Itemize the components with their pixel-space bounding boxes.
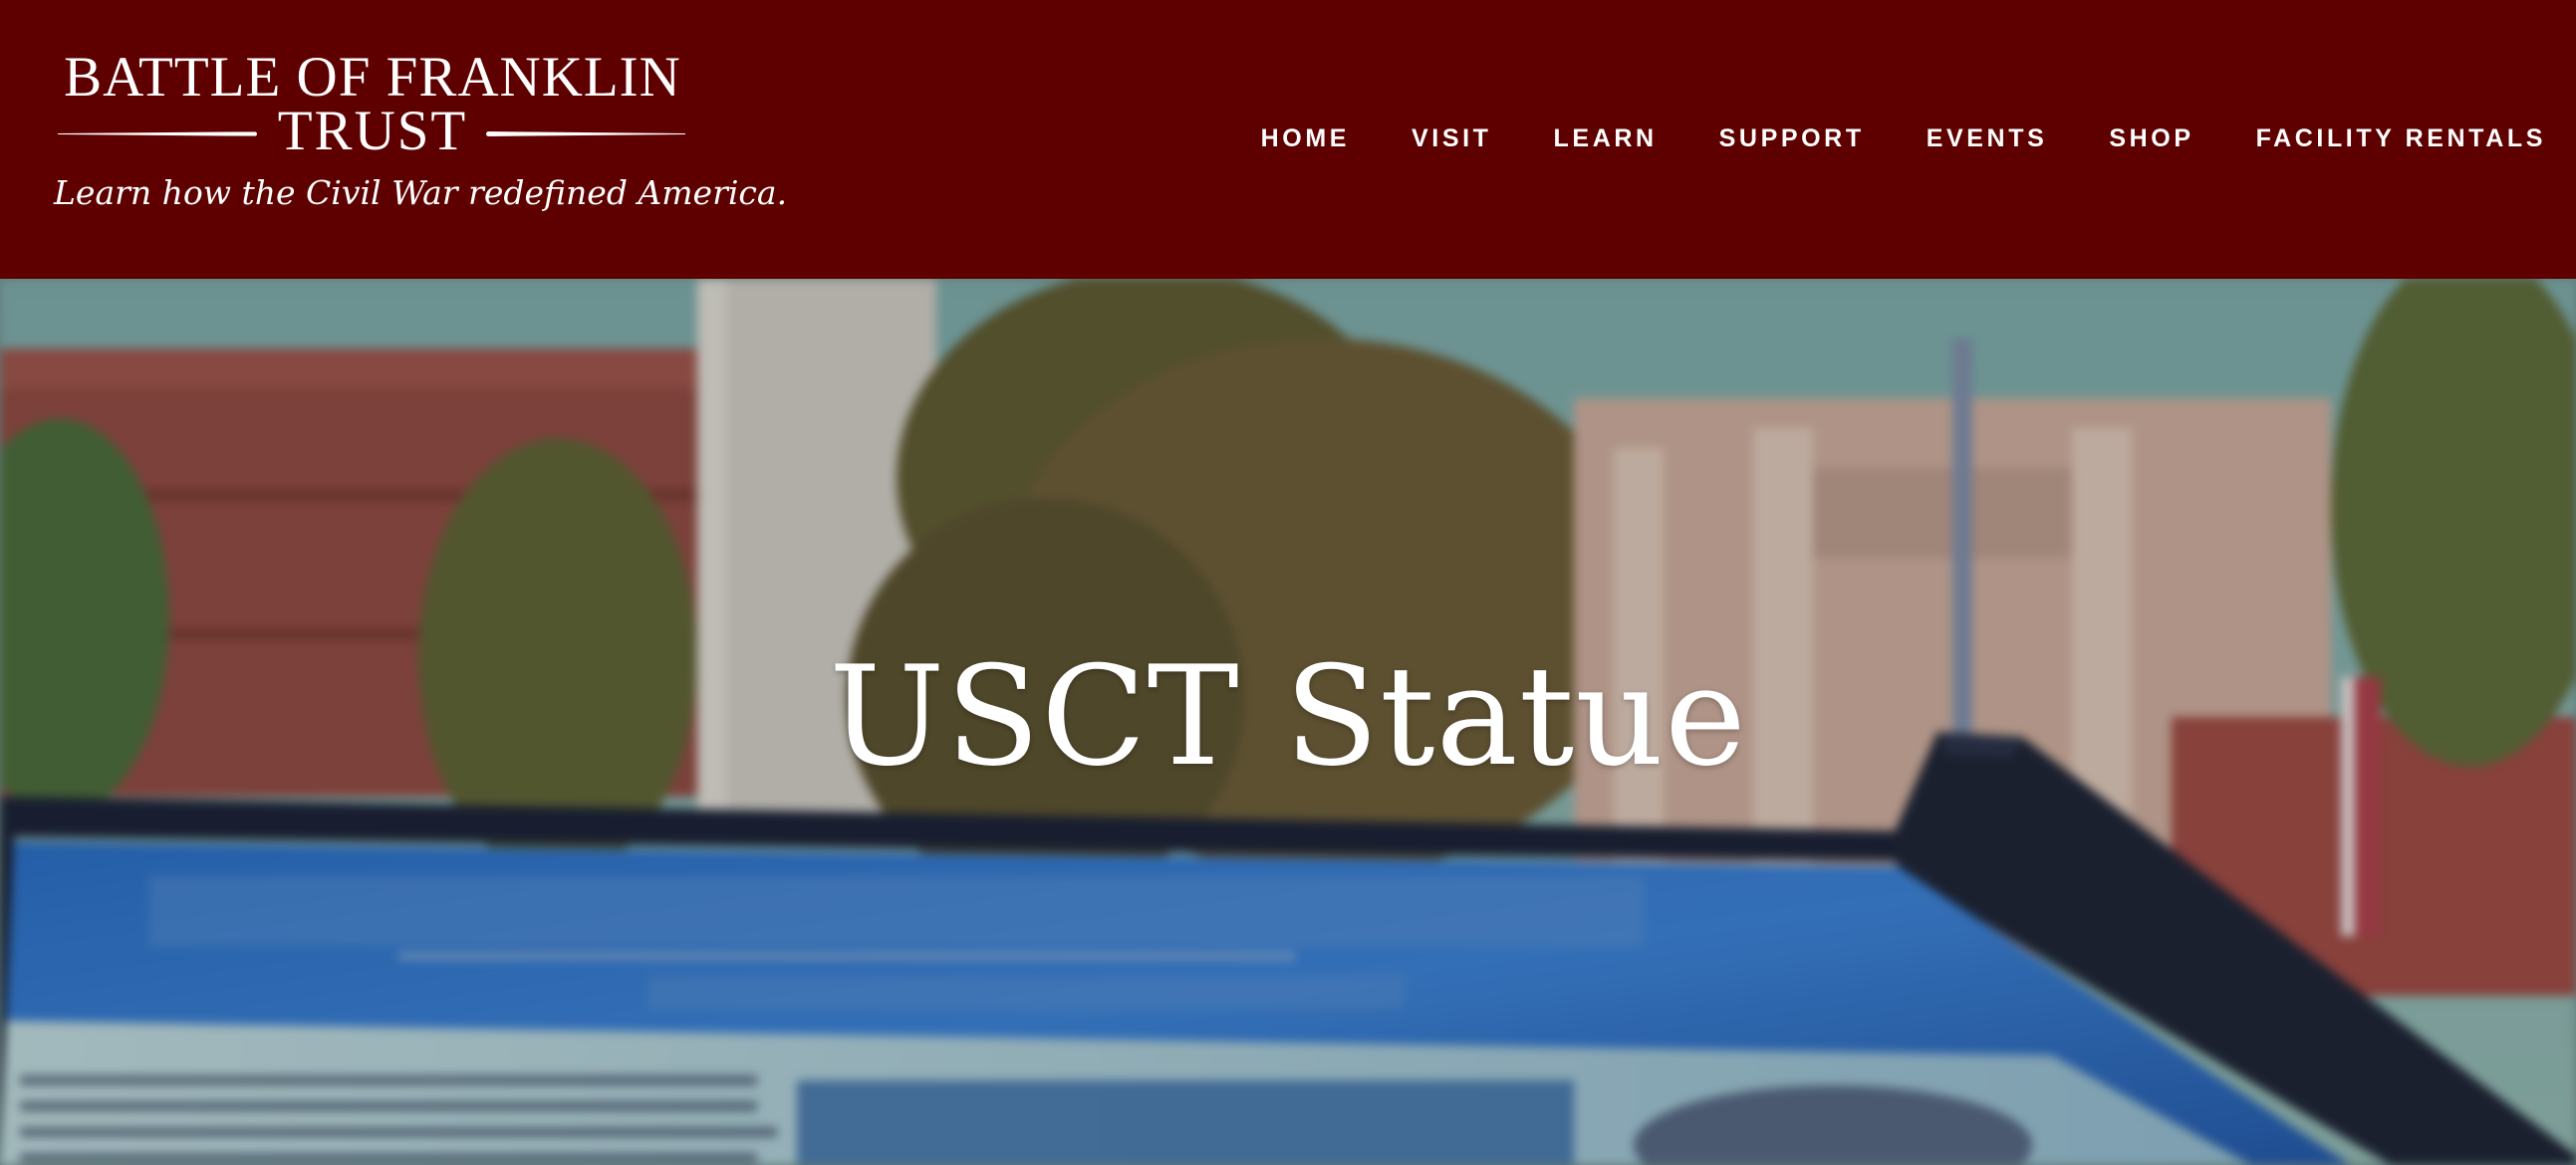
logo-rule-left [58, 131, 257, 136]
logo-rule-right [486, 131, 685, 136]
page: BATTLE OF FRANKLIN TRUST Learn how the C… [0, 0, 2576, 1165]
hero-banner: USCT Statue [0, 279, 2576, 1165]
site-header: BATTLE OF FRANKLIN TRUST Learn how the C… [0, 0, 2576, 279]
nav-item-events[interactable]: EVENTS [1927, 110, 2048, 167]
nav-item-home[interactable]: HOME [1261, 110, 1350, 167]
page-title: USCT Statue [829, 636, 1747, 797]
logo-title-line1: BATTLE OF FRANKLIN [64, 46, 681, 109]
site-logo[interactable]: BATTLE OF FRANKLIN TRUST Learn how the C… [54, 46, 788, 237]
logo-title-line2: TRUST [54, 102, 691, 161]
main-nav: HOME VISIT LEARN SUPPORT EVENTS SHOP FAC… [1261, 110, 2546, 167]
nav-item-learn[interactable]: LEARN [1554, 110, 1658, 167]
nav-item-facility-rentals[interactable]: FACILITY RENTALS [2256, 110, 2546, 167]
nav-item-support[interactable]: SUPPORT [1719, 110, 1865, 167]
nav-item-shop[interactable]: SHOP [2109, 110, 2193, 167]
logo-title-line2-text: TRUST [277, 100, 468, 162]
nav-item-visit[interactable]: VISIT [1412, 110, 1492, 167]
logo-tagline: Learn how the Civil War redefined Americ… [54, 173, 788, 212]
